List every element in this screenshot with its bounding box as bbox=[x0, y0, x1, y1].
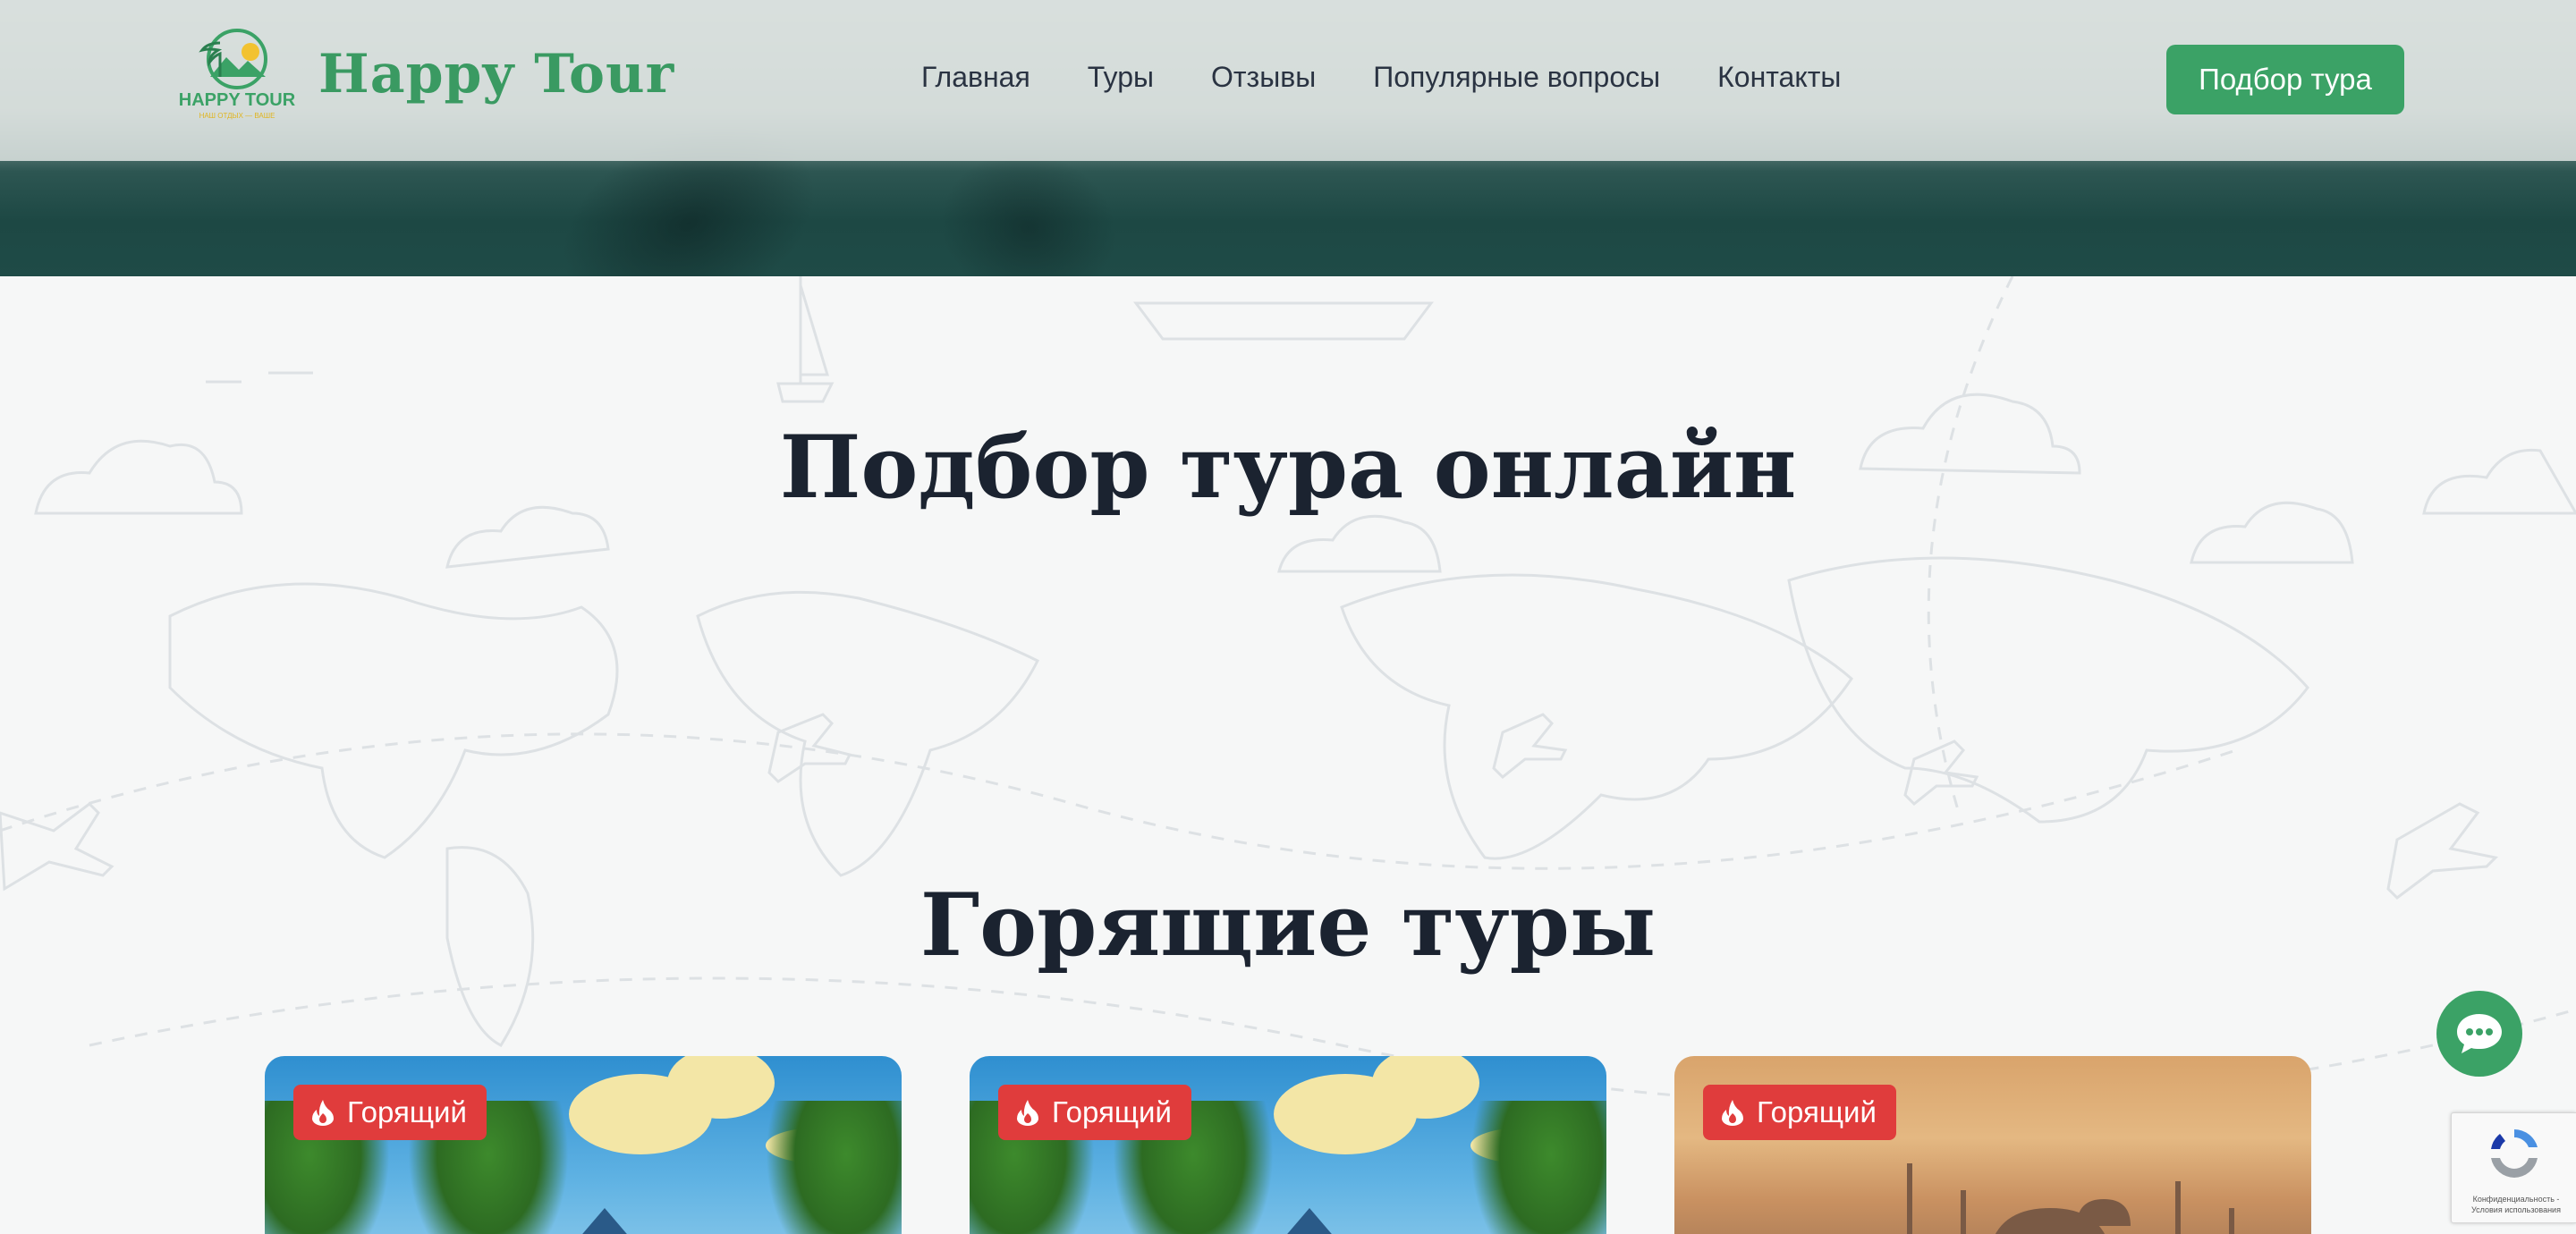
logo-text: HAPPY TOUR bbox=[179, 90, 295, 110]
tour-image bbox=[970, 1056, 1606, 1234]
chat-button[interactable] bbox=[2436, 991, 2522, 1077]
hot-badge-label: Горящий bbox=[1052, 1095, 1172, 1128]
site-header: HAPPY TOUR НАШ ОТДЫХ — ВАШЕ Happy Tour Г… bbox=[0, 0, 2576, 161]
fire-icon bbox=[1722, 1100, 1743, 1126]
tour-image bbox=[1674, 1056, 2311, 1234]
fire-icon bbox=[312, 1100, 334, 1126]
search-section-title: Подбор тура онлайн bbox=[779, 417, 1797, 518]
recaptcha-badge[interactable]: Конфиденциальность - Условия использован… bbox=[2451, 1112, 2576, 1223]
hot-badge: Горящий bbox=[293, 1085, 487, 1140]
tour-image bbox=[265, 1056, 902, 1234]
hot-badge: Горящий bbox=[998, 1085, 1191, 1140]
brand-name[interactable]: Happy Tour bbox=[318, 43, 674, 106]
hot-tours-title: Горящие туры bbox=[919, 875, 1657, 976]
tour-card[interactable]: Горящий bbox=[970, 1056, 1606, 1234]
nav-item-home[interactable]: Главная bbox=[921, 61, 1030, 94]
mosque-skyline bbox=[1907, 1163, 2234, 1234]
nav-item-reviews[interactable]: Отзывы bbox=[1211, 61, 1316, 94]
main-nav: Главная Туры Отзывы Популярные вопросы К… bbox=[921, 61, 1898, 94]
hot-badge-label: Горящий bbox=[347, 1095, 467, 1128]
tour-card[interactable]: Горящий bbox=[1674, 1056, 2311, 1234]
nav-item-tours[interactable]: Туры bbox=[1088, 61, 1154, 94]
nav-item-faq[interactable]: Популярные вопросы bbox=[1373, 61, 1660, 94]
chat-bubble-icon bbox=[2457, 1014, 2502, 1053]
recaptcha-icon bbox=[2491, 1129, 2538, 1178]
nav-item-contacts[interactable]: Контакты bbox=[1717, 61, 1841, 94]
fire-icon bbox=[1017, 1100, 1038, 1126]
hot-badge-label: Горящий bbox=[1757, 1095, 1877, 1128]
tour-card[interactable]: Горящий bbox=[265, 1056, 902, 1234]
tour-selection-button[interactable]: Подбор тура bbox=[2166, 45, 2404, 114]
hot-badge: Горящий bbox=[1703, 1085, 1896, 1140]
logo-subtext: НАШ ОТДЫХ — ВАШЕ bbox=[199, 112, 275, 120]
recaptcha-text[interactable]: Конфиденциальность - Условия использован… bbox=[2459, 1194, 2573, 1215]
logo-icon[interactable]: HAPPY TOUR НАШ ОТДЫХ — ВАШЕ bbox=[179, 25, 295, 125]
